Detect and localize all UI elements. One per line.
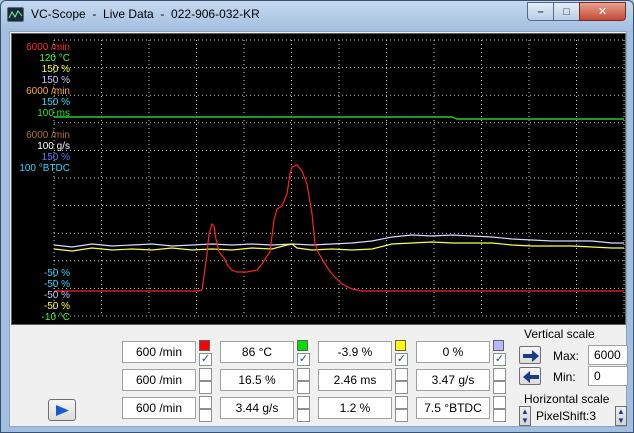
scope-display: 6000 /min 120 °C 150 % 150 % 6000 /min 150 % 1… [11, 33, 626, 325]
control-panel: Vertical scale Max: 6000 Min: 0 Horizont… [10, 326, 628, 426]
scope-plot [53, 39, 625, 317]
scale-label: -50 % [43, 268, 70, 279]
scope-grid [53, 39, 625, 317]
channel-checkbox[interactable]: ✓ [395, 353, 408, 366]
channel-color-box[interactable] [493, 368, 506, 381]
channel-value: 7.5 °BTDC [416, 397, 490, 419]
scale-label: 100 ms [37, 108, 70, 119]
app-window: VC-Scope - Live Data - 022-906-032-KR – … [0, 0, 634, 433]
scale-label: -50 % [43, 301, 70, 312]
channel-color-swatch[interactable] [297, 340, 308, 351]
channel-value: 600 /min [122, 397, 196, 419]
scope-upper-scale-labels: 6000 /min 120 °C 150 % 150 % 6000 /min 150 % 1… [12, 42, 70, 174]
channel-checkbox[interactable] [395, 381, 408, 394]
close-button[interactable]: ✕ [579, 2, 626, 21]
channel-value: -3.9 % [318, 341, 392, 363]
scale-label: 150 % [41, 64, 70, 75]
scale-label [12, 119, 70, 130]
channel-color-box[interactable] [395, 396, 408, 409]
scale-right-button[interactable] [519, 346, 541, 364]
scope-lower-scale-labels: -50 % -50 % -50 % -50 % -10 °C [12, 268, 70, 323]
channel-value: 16.5 % [220, 369, 294, 391]
channel-checkbox[interactable]: ✓ [297, 353, 310, 366]
channel-checkbox[interactable] [395, 409, 408, 422]
arrow-right-icon [523, 350, 539, 362]
max-label: Max: [553, 349, 580, 363]
channel-color-box[interactable] [297, 368, 310, 381]
channel-color-box[interactable] [297, 396, 310, 409]
scale-label: 100 °BTDC [19, 163, 70, 174]
channel-checkbox[interactable] [199, 409, 212, 422]
channel-value: 3.44 g/s [220, 397, 294, 419]
min-label: Min: [553, 370, 576, 384]
channel-checkbox[interactable] [297, 409, 310, 422]
channel-color-box[interactable] [199, 368, 212, 381]
minimize-button[interactable]: – [527, 2, 554, 21]
vertical-scale-title: Vertical scale [524, 327, 595, 341]
scale-left-button[interactable] [519, 367, 541, 385]
channel-checkbox[interactable] [297, 381, 310, 394]
horizontal-scale-spinner[interactable]: ▲ ▼ [519, 406, 531, 426]
scale-label: 100 g/s [37, 141, 70, 152]
scale-label: 6000 /min [26, 42, 70, 53]
channel-checkbox[interactable]: ✓ [199, 353, 212, 366]
channel-value: 86 °C [220, 341, 294, 363]
channel-checkbox[interactable] [493, 409, 506, 422]
channel-color-swatch[interactable] [199, 340, 210, 351]
channel-color-box[interactable] [395, 368, 408, 381]
channel-value: 600 /min [122, 369, 196, 391]
channel-color-box[interactable] [493, 396, 506, 409]
horizontal-scale-value[interactable]: PixelShift:3 [536, 409, 596, 423]
title-bar[interactable]: VC-Scope - Live Data - 022-906-032-KR – … [1, 1, 633, 31]
max-input[interactable]: 6000 [588, 345, 628, 365]
channel-value: 3.47 g/s [416, 369, 490, 391]
channel-value: 0 % [416, 341, 490, 363]
scale-label: 6000 /min [26, 130, 70, 141]
vc-scope-app-icon[interactable] [7, 7, 24, 22]
scale-label: -50 % [43, 290, 70, 301]
start-button[interactable] [48, 399, 76, 421]
channel-color-box[interactable] [199, 396, 212, 409]
client-area: 6000 /min 120 °C 150 % 150 % 6000 /min 150 % 1… [9, 31, 628, 427]
scale-label: -10 °C [41, 312, 70, 323]
horizontal-scale-spinner-right[interactable]: ▲ ▼ [615, 406, 627, 426]
channel-value: 1.2 % [318, 397, 392, 419]
channel-checkbox[interactable]: ✓ [493, 353, 506, 366]
channel-value: 2.46 ms [318, 369, 392, 391]
channel-checkbox[interactable] [493, 381, 506, 394]
maximize-button[interactable]: □ [553, 2, 580, 21]
channel-value: 600 /min [122, 341, 196, 363]
scale-label: -50 % [43, 279, 70, 290]
trace-green [54, 116, 624, 120]
scale-label: 6000 /min [26, 86, 70, 97]
scale-label: 150 % [41, 75, 70, 86]
channel-color-swatch[interactable] [395, 340, 406, 351]
min-input[interactable]: 0 [588, 366, 628, 386]
arrow-left-icon [523, 371, 539, 383]
channel-color-swatch[interactable] [493, 340, 504, 351]
play-icon [56, 405, 69, 416]
horizontal-scale-title: Horizontal scale [524, 392, 610, 406]
scale-label: 150 % [41, 97, 70, 108]
channel-checkbox[interactable] [199, 381, 212, 394]
scale-label: 120 °C [39, 53, 70, 64]
scale-label: 150 % [41, 152, 70, 163]
window-title: VC-Scope - Live Data - 022-906-032-KR [31, 7, 260, 21]
